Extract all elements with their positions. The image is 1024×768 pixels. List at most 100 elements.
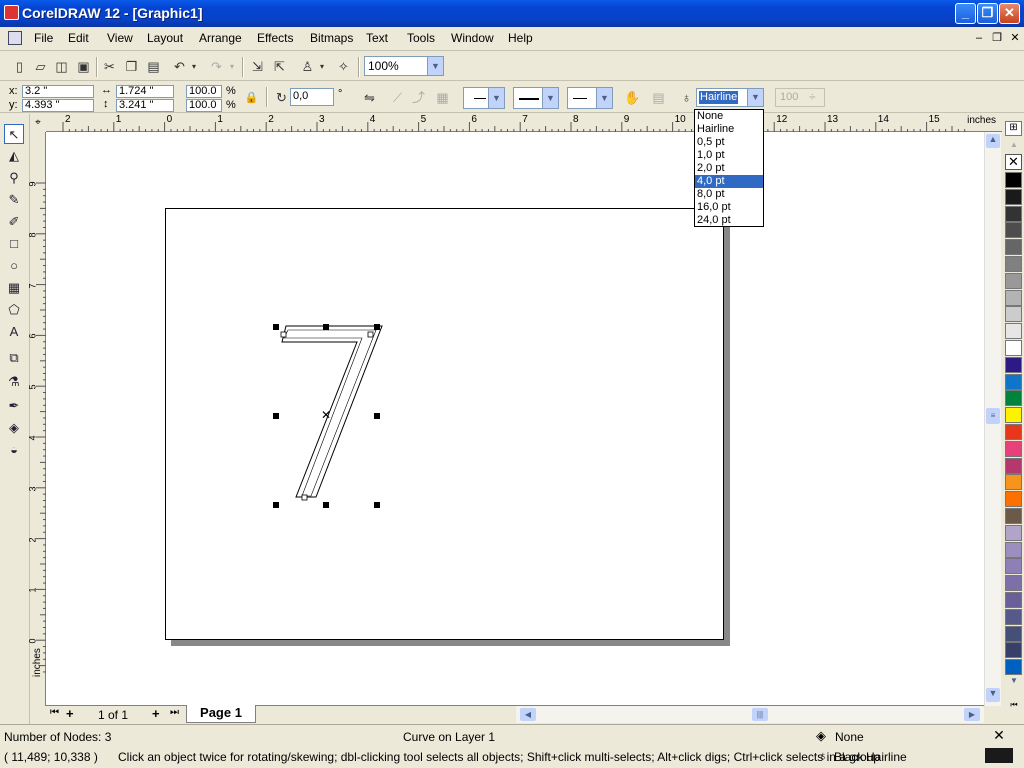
color-swatch[interactable] (1005, 205, 1022, 222)
menu-effects[interactable]: Effects (257, 31, 293, 45)
paste-icon[interactable]: ▤ (144, 57, 163, 76)
color-swatch[interactable] (1005, 272, 1022, 289)
scroll-down-icon[interactable]: ▼ (986, 688, 1000, 702)
zoom-tool-icon[interactable]: ⚲ (4, 168, 24, 188)
selection-handle-bottom[interactable] (323, 502, 329, 508)
selection-handle-right[interactable] (374, 413, 380, 419)
color-swatch[interactable] (1005, 222, 1022, 239)
outline-width-combo[interactable]: Hairline ▼ (696, 88, 764, 107)
rectangle-tool-icon[interactable]: □ (4, 234, 24, 254)
option-none[interactable]: None (695, 110, 763, 123)
width-field[interactable]: 1.724 " (116, 85, 174, 98)
color-swatch[interactable] (1005, 592, 1022, 608)
drawing-page[interactable] (165, 208, 724, 640)
color-swatch[interactable] (1005, 659, 1022, 676)
center-marker-icon[interactable]: ✕ (321, 409, 331, 421)
palette-menu-icon[interactable]: ⊞ (1005, 121, 1022, 136)
menu-file[interactable]: File (34, 31, 53, 45)
color-swatch[interactable] (1005, 306, 1022, 323)
save-icon[interactable]: ▣ (74, 57, 93, 76)
outline-color-swatch[interactable] (985, 748, 1013, 763)
wrap-text-icon[interactable]: ▤ (649, 88, 668, 107)
undo-icon[interactable]: ↶ (170, 57, 189, 76)
height-field[interactable]: 3.241 " (116, 99, 174, 112)
menu-help[interactable]: Help (508, 31, 533, 45)
zoom-dropdown-icon[interactable]: ▼ (427, 57, 443, 75)
launcher-dropdown-icon[interactable]: ▾ (316, 57, 328, 76)
shape-tool-icon[interactable]: ◭ (4, 146, 24, 166)
color-swatch[interactable] (1005, 524, 1022, 541)
option-16-pt[interactable]: 16,0 pt (695, 201, 763, 214)
color-swatch[interactable] (1005, 172, 1022, 188)
basic-shapes-tool-icon[interactable]: ⬠ (4, 300, 24, 320)
fill-none-swatch-icon[interactable]: ✕ (985, 728, 1013, 743)
redo-icon[interactable]: ↷ (207, 57, 226, 76)
vertical-scroll-thumb[interactable]: ≡ (986, 408, 1000, 424)
menu-edit[interactable]: Edit (68, 31, 89, 45)
corel-online-icon[interactable]: ✧ (334, 57, 353, 76)
palette-expand-icon[interactable]: ⏮ (1007, 700, 1021, 712)
menu-arrange[interactable]: Arrange (199, 31, 242, 45)
scale-y-field[interactable]: 100.0 (186, 99, 222, 112)
eyedropper-tool-icon[interactable]: ⚗ (4, 372, 24, 392)
color-swatch[interactable] (1005, 256, 1022, 272)
menu-text[interactable]: Text (366, 31, 388, 45)
menu-tools[interactable]: Tools (407, 31, 435, 45)
redo-dropdown-icon[interactable]: ▾ (226, 57, 238, 76)
palette-scroll-down-icon[interactable]: ▼ (1007, 676, 1021, 688)
color-swatch[interactable] (1005, 491, 1022, 508)
zoom-level-combo[interactable]: 100% ▼ (364, 56, 444, 76)
color-swatch[interactable] (1005, 323, 1022, 340)
doc-restore-button[interactable]: ❐ (990, 31, 1004, 45)
option-1-pt[interactable]: 1,0 pt (695, 149, 763, 162)
option-4-pt[interactable]: 4,0 pt (695, 175, 763, 188)
minimize-button[interactable]: _ (955, 3, 976, 24)
scroll-up-icon[interactable]: ▲ (986, 134, 1000, 148)
first-page-icon[interactable]: ⏮ (50, 707, 59, 718)
option-2-pt[interactable]: 2,0 pt (695, 162, 763, 175)
color-swatch[interactable] (1005, 541, 1022, 558)
color-swatch[interactable] (1005, 340, 1022, 356)
mirror-icon[interactable]: ⇋ (360, 88, 379, 107)
doc-minimize-button[interactable]: – (972, 31, 986, 45)
selection-handle-bottom-right[interactable] (374, 502, 380, 508)
auto-close-icon[interactable]: ▦ (433, 88, 452, 107)
page-tab[interactable]: Page 1 (186, 705, 256, 723)
restore-button[interactable]: ❐ (977, 3, 998, 24)
no-color-swatch[interactable]: ✕ (1005, 154, 1022, 170)
pick-tool-icon[interactable]: ↖ (4, 124, 24, 144)
interactive-blend-tool-icon[interactable]: ⧉ (4, 348, 24, 368)
color-swatch[interactable] (1005, 424, 1022, 440)
color-swatch[interactable] (1005, 373, 1022, 390)
color-swatch[interactable] (1005, 390, 1022, 407)
start-arrow-dropdown-icon[interactable]: ▼ (488, 88, 504, 108)
color-swatch[interactable] (1005, 289, 1022, 306)
end-arrow-combo[interactable]: ▼ (567, 87, 613, 109)
undo-dropdown-icon[interactable]: ▾ (188, 57, 200, 76)
new-from-template-icon[interactable]: ▱ (31, 57, 50, 76)
selection-handle-left[interactable] (273, 413, 279, 419)
palette-scroll-up-icon[interactable]: ▲ (1007, 140, 1021, 152)
smart-fill-tool-icon[interactable]: ✐ (4, 212, 24, 232)
close-button[interactable]: ✕ (999, 3, 1020, 24)
cut-icon[interactable]: ✂ (100, 57, 119, 76)
menu-bitmaps[interactable]: Bitmaps (310, 31, 353, 45)
end-arrow-dropdown-icon[interactable]: ▼ (596, 88, 612, 108)
graph-paper-tool-icon[interactable]: ▦ (4, 278, 24, 298)
doc-close-button[interactable]: ✕ (1008, 31, 1022, 45)
import-icon[interactable]: ⇲ (248, 57, 267, 76)
selection-handle-top[interactable] (323, 324, 329, 330)
document-icon[interactable] (8, 31, 22, 45)
ruler-origin-icon[interactable]: ⌖ (30, 114, 46, 132)
interactive-fill-tool-icon[interactable]: ◒ (4, 440, 24, 460)
open-icon[interactable]: ◫ (52, 57, 71, 76)
selection-handle-top-right[interactable] (374, 324, 380, 330)
scroll-left-icon[interactable]: ◀ (520, 708, 536, 721)
menu-layout[interactable]: Layout (147, 31, 183, 45)
vertical-scrollbar[interactable]: ▲ ≡ ▼ (984, 132, 1001, 706)
color-swatch[interactable] (1005, 558, 1022, 575)
text-tool-icon[interactable]: A (4, 322, 24, 342)
outline-pen-icon[interactable]: ♁ (677, 88, 696, 107)
scale-x-field[interactable]: 100.0 (186, 85, 222, 98)
horizontal-scrollbar[interactable]: ◀ ||| ▶ (516, 705, 984, 723)
